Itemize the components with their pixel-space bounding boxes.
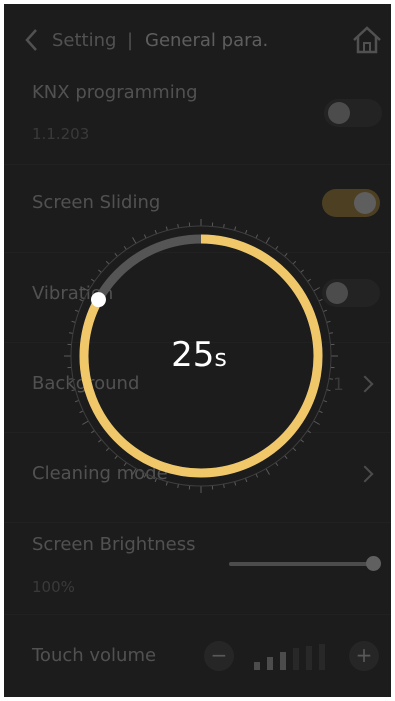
dial-tick: [307, 278, 312, 282]
dial-tick: [177, 483, 179, 489]
cleaning-mode-chevron-icon[interactable]: [356, 465, 374, 483]
dial-tick: [322, 309, 328, 313]
screen-brightness-value: 100%: [32, 578, 75, 596]
dial-tick: [284, 253, 288, 257]
dial-tick: [300, 439, 304, 443]
dial-tick: [265, 468, 270, 475]
divider: [4, 432, 391, 433]
dial-tick: [114, 253, 118, 257]
cleaning-mode-label: Cleaning mode: [32, 463, 168, 484]
page-title: General para.: [145, 30, 269, 51]
divider: [4, 522, 391, 523]
dial-tick: [82, 420, 89, 425]
screen-sliding-toggle[interactable]: [322, 189, 380, 217]
screen-brightness-label: Screen Brightness: [32, 534, 196, 555]
knx-programming-toggle[interactable]: [324, 99, 382, 127]
volume-bar: [254, 662, 260, 670]
dial-tick: [132, 237, 137, 244]
volume-bar: [319, 644, 325, 670]
dial-tick: [114, 455, 118, 459]
dial-tick: [275, 245, 279, 250]
volume-bar: [267, 657, 273, 670]
dial-tick: [326, 389, 331, 392]
brightness-slider-track[interactable]: [229, 562, 374, 566]
dial-tick: [71, 320, 76, 323]
dial-tick: [105, 260, 110, 265]
volume-plus-button[interactable]: +: [349, 641, 379, 671]
dial-tick: [234, 226, 237, 231]
dial-tick: [105, 447, 110, 452]
dial-tick: [255, 473, 259, 478]
home-icon[interactable]: [351, 24, 383, 56]
dial-tick: [223, 223, 225, 229]
dial-value-readout: 25s: [124, 335, 274, 375]
dial-tick: [90, 278, 95, 282]
dial-tick: [244, 477, 248, 483]
dial-tick: [165, 226, 168, 231]
dial-value-number: 25: [171, 335, 215, 375]
dial-tick: [143, 234, 147, 239]
knx-address: 1.1.203: [32, 125, 90, 143]
back-icon[interactable]: [24, 28, 40, 52]
dial-tick: [98, 439, 102, 443]
dial-tick: [255, 234, 259, 239]
vibration-toggle[interactable]: [322, 279, 380, 307]
dial-tick: [322, 399, 328, 403]
screen-sliding-label: Screen Sliding: [32, 192, 161, 213]
back-label[interactable]: Setting: [52, 30, 116, 51]
dial-tick: [328, 332, 334, 334]
settings-screen: Setting | General para. KNX programming …: [4, 4, 391, 697]
dial-tick: [292, 260, 297, 265]
dial-tick: [313, 420, 320, 425]
dial-tick: [79, 410, 84, 414]
dial-tick: [244, 229, 248, 235]
header-separator: |: [127, 30, 134, 51]
background-label: Background: [32, 373, 140, 394]
dial-value-unit: s: [214, 344, 227, 372]
dial-tick: [284, 455, 288, 459]
dial-tick: [154, 229, 158, 235]
brightness-slider-thumb[interactable]: [366, 556, 381, 571]
dial-tick: [318, 410, 323, 414]
background-chevron-icon[interactable]: [356, 375, 374, 393]
dial-tick: [74, 309, 80, 313]
dial-tick: [275, 462, 279, 467]
volume-bar: [293, 648, 299, 670]
divider: [4, 614, 391, 615]
divider: [4, 252, 391, 253]
divider: [4, 164, 391, 165]
dial-tick: [326, 320, 331, 323]
dial-tick: [265, 237, 270, 244]
brightness-slider-fill: [229, 562, 374, 566]
dial-tick: [313, 287, 320, 292]
vibration-label: Vibration: [32, 283, 114, 304]
touch-volume-label: Touch volume: [32, 645, 157, 666]
dial-tick: [292, 447, 297, 452]
volume-level-bars: [254, 644, 334, 670]
dial-tick: [223, 483, 225, 489]
dial-tick: [234, 481, 237, 486]
dial-tick: [318, 298, 323, 302]
dial-tick: [300, 269, 304, 273]
volume-bar: [280, 652, 286, 670]
dial-tick: [68, 332, 74, 334]
knx-programming-label: KNX programming: [32, 82, 198, 103]
volume-minus-button[interactable]: −: [204, 641, 234, 671]
dial-tick: [177, 223, 179, 229]
dial-tick: [74, 399, 80, 403]
dial-tick: [98, 269, 102, 273]
dial-tick: [123, 245, 127, 250]
background-value: 1: [333, 375, 344, 395]
volume-bar: [306, 646, 312, 670]
